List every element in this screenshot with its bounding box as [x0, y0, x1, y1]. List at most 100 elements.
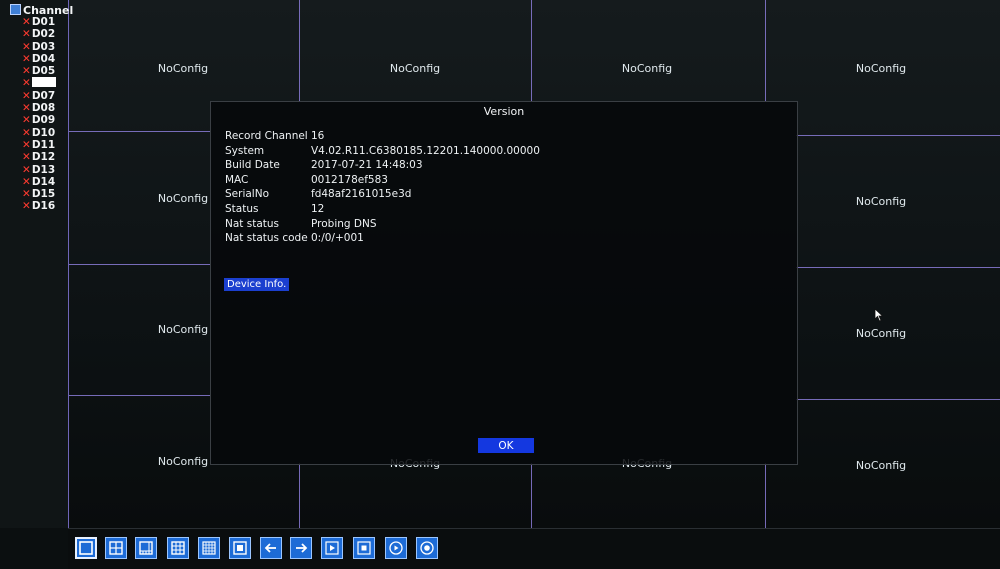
channel-label: D05 [31, 65, 56, 78]
channel-error-icon: ✕ [22, 16, 31, 28]
grid-line [765, 0, 766, 101]
channel-error-icon: ✕ [22, 52, 31, 65]
channel-error-icon: ✕ [22, 40, 31, 53]
info-key: Build Date [225, 159, 280, 172]
channel-item[interactable]: ✕D11 [22, 139, 56, 151]
cell-noconfig-label: NoConfig [621, 62, 673, 75]
device-info-button[interactable]: Device Info. [224, 278, 290, 291]
channel-label: D01 [31, 16, 56, 28]
channel-label: D03 [31, 40, 56, 53]
info-row: Record Channel 16 [225, 129, 540, 144]
channel-error-icon: ✕ [22, 151, 31, 164]
record-icon [420, 541, 434, 555]
arrow-left-button[interactable] [260, 537, 282, 559]
channel-error-icon: ✕ [22, 28, 31, 41]
channel-label: D11 [31, 138, 56, 151]
cell-noconfig-label: NoConfig [157, 62, 209, 75]
play-icon [325, 541, 339, 555]
cell-noconfig-label: NoConfig [855, 195, 907, 208]
channel-item[interactable]: ✕D01 [22, 16, 56, 28]
channel-error-icon: ✕ [22, 89, 31, 102]
grid-line [765, 463, 766, 528]
channel-item[interactable]: ✕D13 [22, 164, 56, 176]
ok-button[interactable]: OK [478, 438, 534, 453]
channel-item[interactable]: ✕D10 [22, 127, 56, 139]
info-value: 2017-07-21 14:48:03 [311, 159, 423, 172]
cell-noconfig-label: NoConfig [855, 459, 907, 472]
channel-label: D13 [31, 163, 56, 176]
grid-line [68, 264, 210, 265]
grid-line [299, 463, 300, 528]
channel-item[interactable]: ✕D05 [22, 65, 56, 77]
channel-error-icon: ✕ [22, 126, 31, 139]
channel-item[interactable]: ✕D07 [22, 90, 56, 102]
channel-label: D09 [31, 114, 56, 127]
channel-label: D07 [31, 89, 56, 102]
sixteen-view-icon [202, 541, 216, 555]
nine-view-button[interactable] [167, 537, 189, 559]
grid-line [299, 0, 300, 101]
info-key: MAC [225, 173, 249, 186]
info-value: Probing DNS [311, 217, 377, 230]
arrow-right-button[interactable] [290, 537, 312, 559]
channel-item[interactable]: ✕D08 [22, 102, 56, 114]
info-row: System V4.02.R11.C6380185.12201.140000.00… [225, 144, 540, 159]
channel-label [31, 77, 56, 88]
channel-error-icon: ✕ [22, 77, 31, 90]
channel-item[interactable]: ✕ [22, 77, 56, 89]
channel-error-icon: ✕ [22, 163, 31, 176]
quad-view-icon [109, 541, 123, 555]
info-key: Nat status code [225, 232, 308, 245]
fullscreen-icon [233, 541, 247, 555]
single-view-button[interactable] [75, 537, 97, 559]
channel-list: ✕D01 ✕D02 ✕D03 ✕D04 ✕D05 ✕ ✕D07 ✕D08 ✕D09 ✕D10 ✕D1… [22, 16, 56, 213]
channel-sidebar: Channel ✕D01 ✕D02 ✕D03 ✕D04 ✕D05 ✕ ✕D07 ✕D08 ✕D0… [0, 0, 73, 528]
info-row: Nat status Probing DNS [225, 217, 540, 232]
single-view-icon [79, 541, 93, 555]
channel-error-icon: ✕ [22, 65, 31, 78]
cell-noconfig-label: NoConfig [389, 62, 441, 75]
eight-view-button[interactable] [135, 537, 157, 559]
channel-item[interactable]: ✕D12 [22, 151, 56, 163]
channel-error-icon: ✕ [22, 138, 31, 151]
info-row: Nat status code 0:/0/+001 [225, 231, 540, 246]
sixteen-view-button[interactable] [198, 537, 220, 559]
info-value: 16 [311, 130, 325, 142]
play-button[interactable] [321, 537, 343, 559]
record-play-button[interactable] [385, 537, 407, 559]
arrow-right-icon [296, 543, 308, 553]
info-value: V4.02.R11.C6380185.12201.140000.00000 [311, 144, 540, 157]
record-button[interactable] [416, 537, 438, 559]
info-value: 12 [311, 202, 325, 215]
channel-item[interactable]: ✕D03 [22, 41, 56, 53]
channel-item[interactable]: ✕D16 [22, 200, 56, 212]
channel-item[interactable]: ✕D09 [22, 114, 56, 126]
channel-label: D12 [31, 151, 56, 164]
channel-label: D08 [31, 102, 56, 115]
info-key: Record Channel [225, 130, 308, 142]
cell-noconfig-label: NoConfig [855, 327, 907, 340]
channel-item[interactable]: ✕D14 [22, 176, 56, 188]
channel-error-icon: ✕ [22, 102, 31, 115]
stop-icon [357, 541, 371, 555]
nine-view-icon [171, 541, 185, 555]
arrow-left-icon [264, 543, 276, 553]
channel-tree-icon [10, 4, 21, 15]
info-row: SerialNo fd48af2161015e3d [225, 187, 540, 202]
info-row: MAC 0012178ef583 [225, 173, 540, 188]
channel-label: D04 [31, 52, 56, 65]
grid-line [68, 131, 210, 132]
info-key: SerialNo [225, 188, 269, 201]
grid-line [531, 463, 532, 528]
info-value: 0012178ef583 [311, 173, 388, 186]
info-row: Status 12 [225, 202, 540, 217]
stop-button[interactable] [353, 537, 375, 559]
info-key: Nat status [225, 217, 280, 230]
fullscreen-button[interactable] [229, 537, 251, 559]
channel-item[interactable]: ✕D04 [22, 53, 56, 65]
cell-noconfig-label: NoConfig [855, 62, 907, 75]
channel-item[interactable]: ✕D02 [22, 28, 56, 40]
channel-label: D16 [31, 200, 56, 213]
quad-view-button[interactable] [105, 537, 127, 559]
channel-item[interactable]: ✕D15 [22, 188, 56, 200]
